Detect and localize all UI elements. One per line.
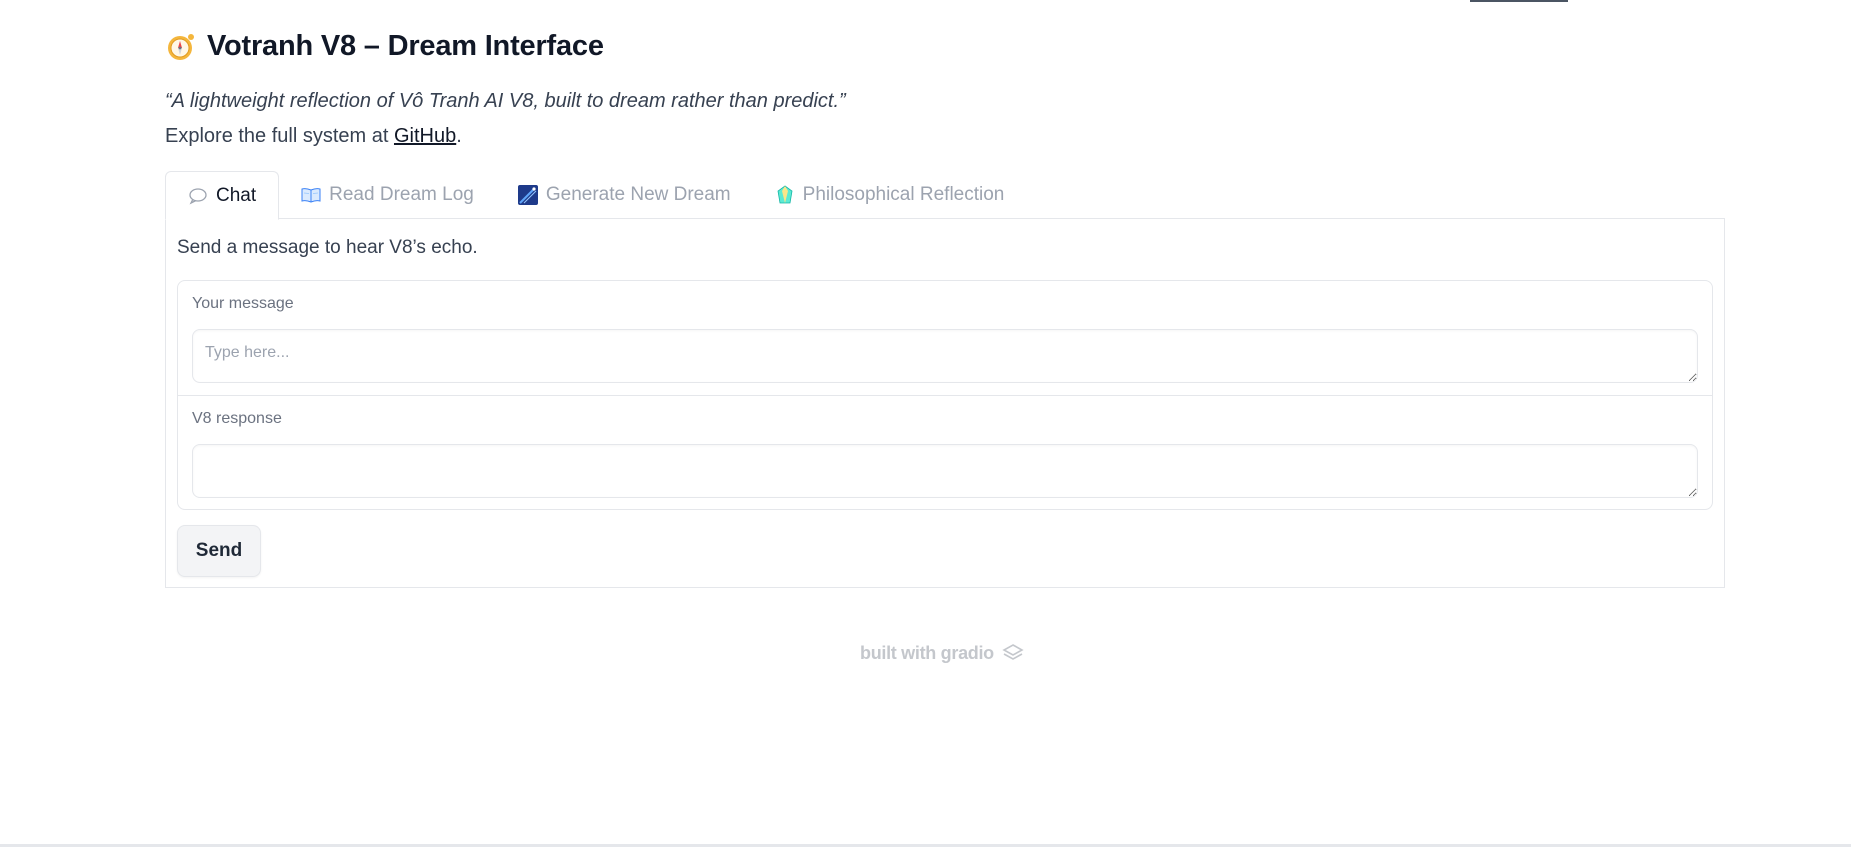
tab-label: Philosophical Reflection (802, 184, 1005, 205)
gradio-logo-icon (1002, 642, 1024, 664)
page: Votranh V8 – Dream Interface “A lightwei… (0, 0, 1851, 847)
shooting-star-icon (517, 185, 538, 205)
message-input[interactable] (192, 329, 1698, 383)
tab-panel-chat: Send a message to hear V8’s echo. Your m… (165, 218, 1725, 588)
response-field: V8 response (178, 396, 1712, 509)
message-label: Your message (192, 295, 294, 312)
chat-description: Send a message to hear V8’s echo. (177, 237, 478, 258)
top-scroll-indicator (1470, 0, 1568, 2)
chat-form: Your message V8 response (177, 280, 1713, 510)
explore-suffix: . (456, 125, 462, 147)
tab-read-dream-log[interactable]: Read Dream Log (279, 171, 496, 219)
send-button[interactable]: Send (177, 525, 261, 577)
response-output[interactable] (192, 444, 1698, 498)
footer-text: built with gradio (860, 642, 994, 663)
tab-philosophical-reflection[interactable]: Philosophical Reflection (753, 171, 1027, 219)
tab-bar: Chat Read Dream Log Generate New Dream P… (165, 171, 1027, 220)
tab-generate-new-dream[interactable]: Generate New Dream (496, 171, 753, 219)
message-field: Your message (178, 281, 1712, 396)
tab-label: Read Dream Log (329, 184, 474, 205)
compass-icon (165, 32, 195, 62)
header: Votranh V8 – Dream Interface (165, 30, 604, 63)
tagline-quote: “A lightweight reflection of Vô Tranh AI… (165, 90, 846, 112)
page-title: Votranh V8 – Dream Interface (207, 30, 604, 62)
tab-chat[interactable]: Chat (165, 171, 280, 220)
footer[interactable]: built with gradio (860, 642, 1024, 664)
explore-prefix: Explore the full system at (165, 125, 394, 147)
crystal-icon (775, 185, 795, 205)
open-book-icon (301, 185, 321, 205)
tab-label: Generate New Dream (545, 184, 731, 205)
speech-bubble-icon (188, 186, 208, 206)
github-link[interactable]: GitHub (394, 125, 456, 147)
tab-label: Chat (216, 184, 257, 206)
response-label: V8 response (192, 410, 282, 427)
explore-text: Explore the full system at GitHub. (165, 125, 462, 148)
